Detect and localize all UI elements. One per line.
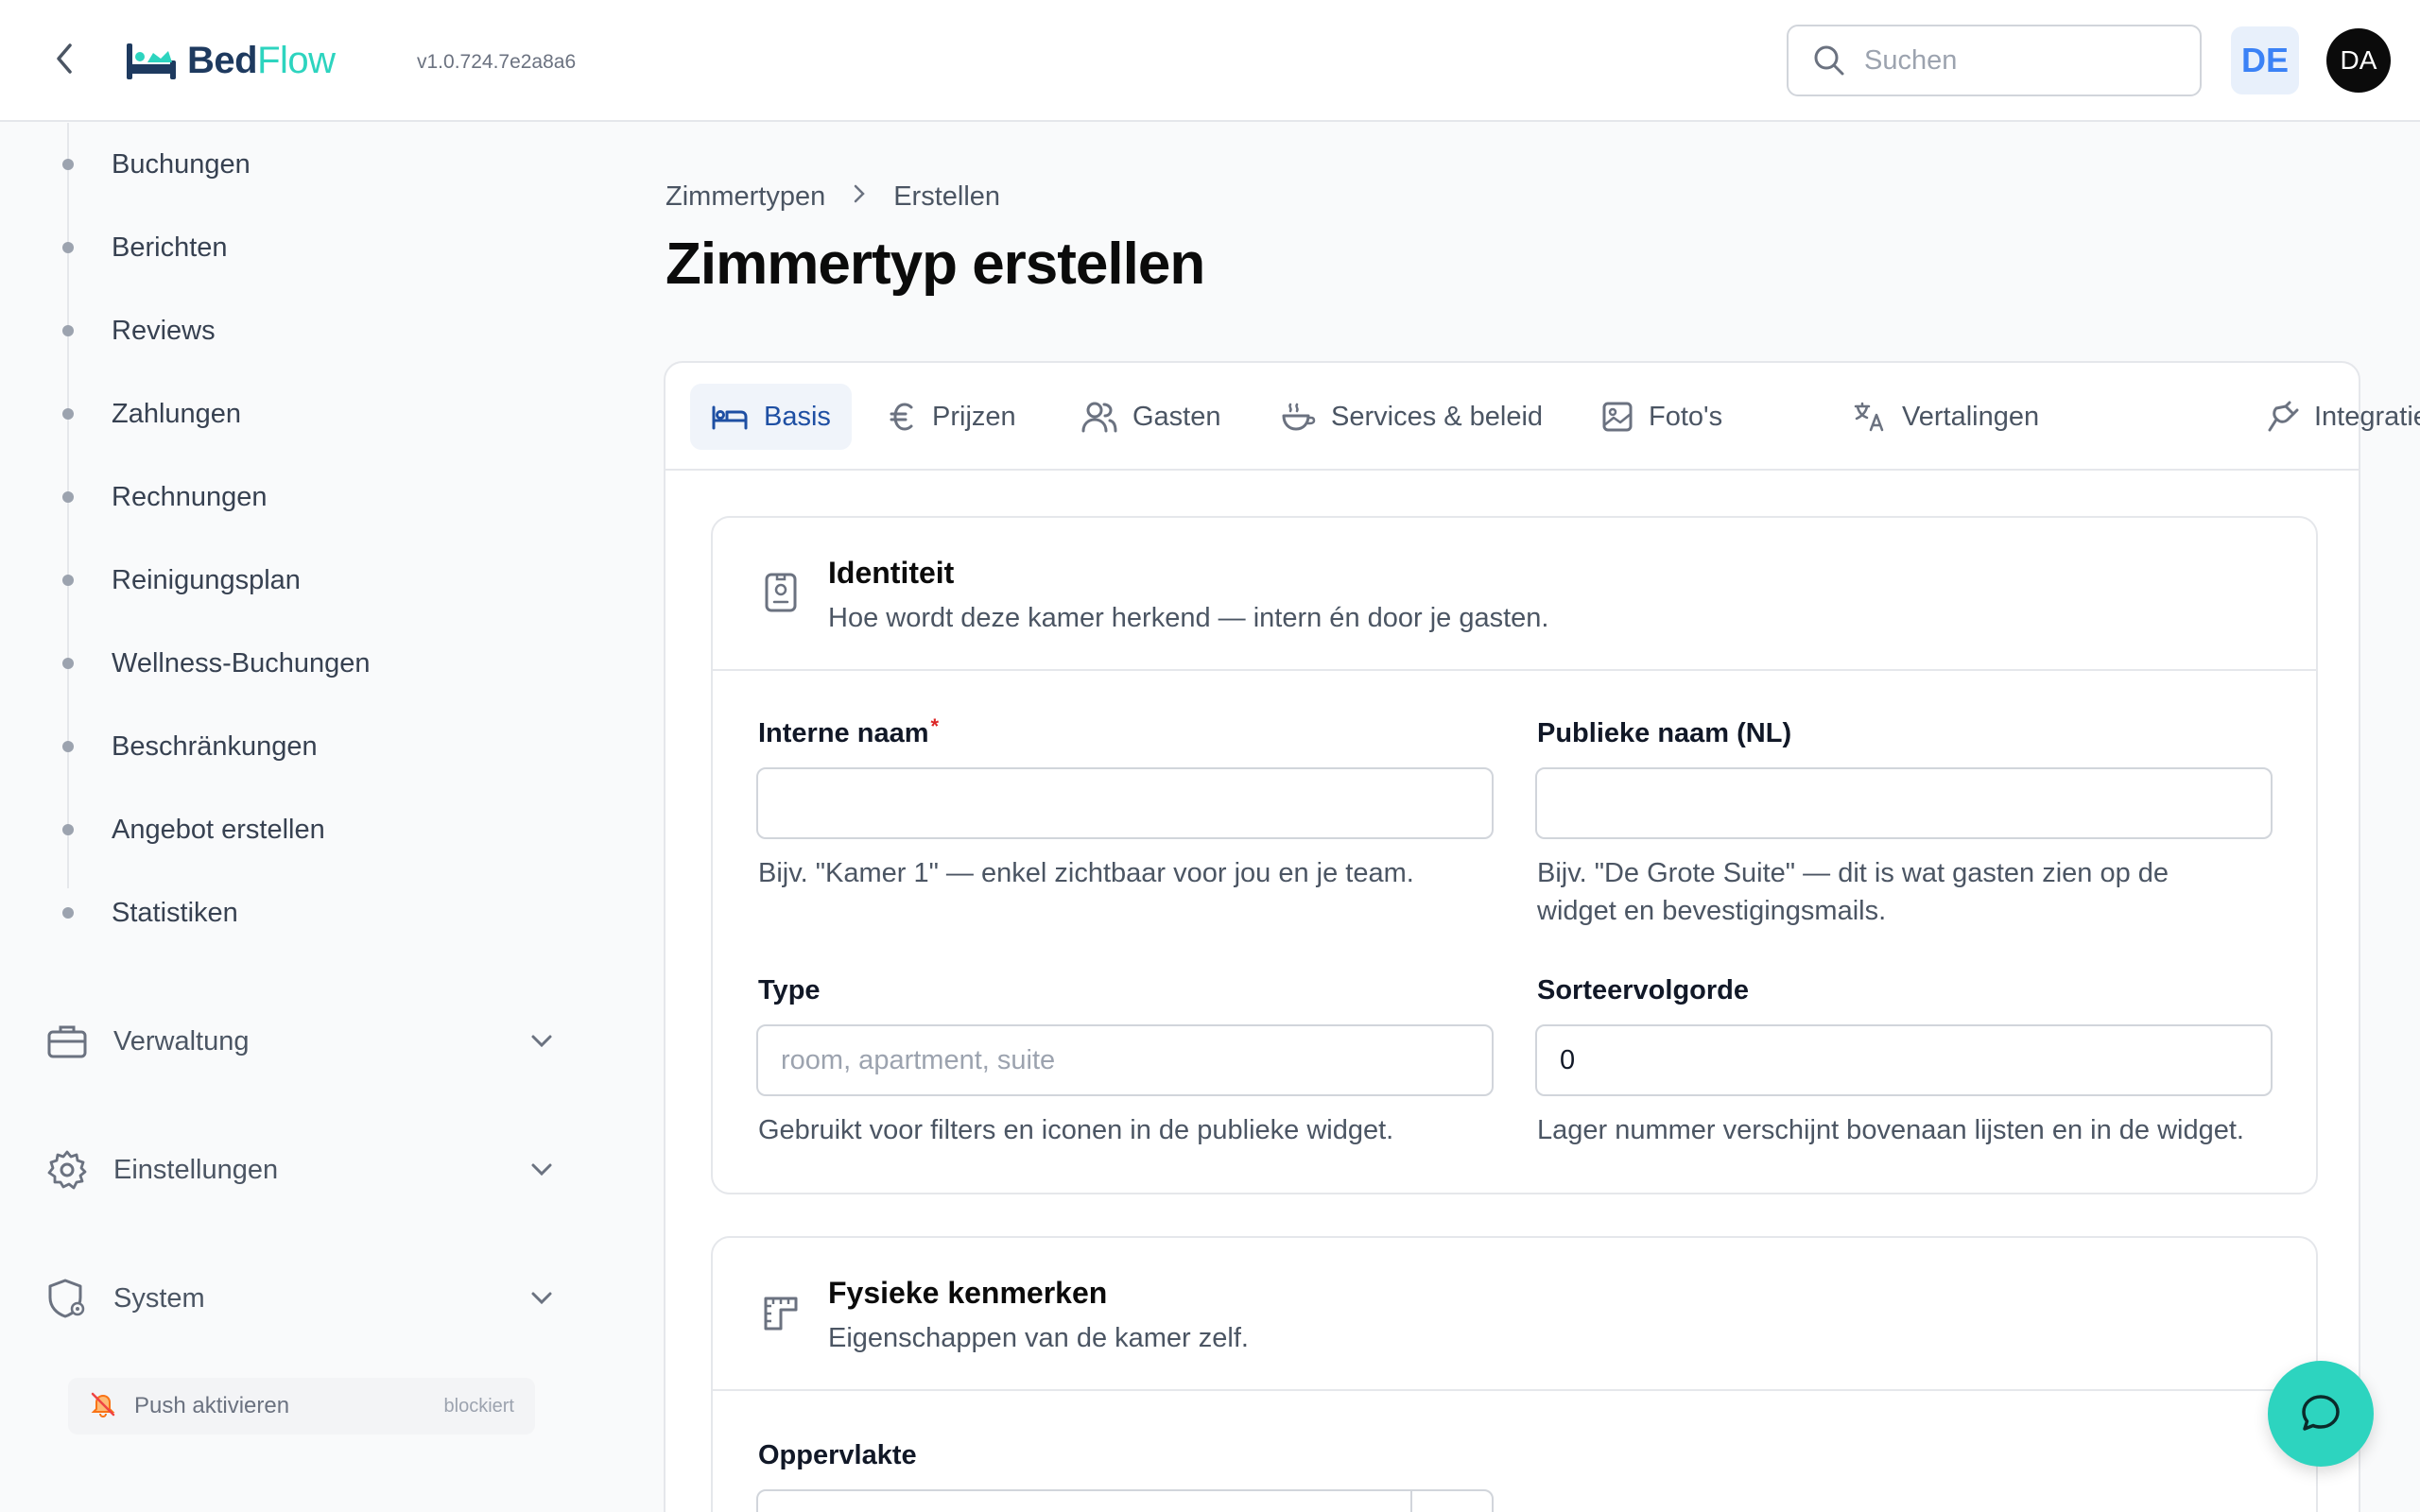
sidebar-group-system[interactable]: System [45, 1265, 556, 1332]
bell-off-icon [89, 1390, 117, 1423]
section-title: Identiteit [828, 556, 955, 590]
bullet-dot [62, 325, 74, 336]
breadcrumb-parent[interactable]: Zimmertypen [666, 181, 825, 213]
shield-gear-icon [45, 1277, 89, 1320]
gear-icon [45, 1148, 89, 1192]
bed-logo-icon [127, 43, 176, 79]
briefcase-icon [45, 1020, 89, 1063]
required-mark: * [930, 714, 940, 738]
tab-integraties[interactable]: Integraties [2246, 384, 2420, 450]
bullet-dot [62, 575, 74, 586]
plug-icon [2268, 401, 2299, 432]
breadcrumb-current: Erstellen [893, 181, 1001, 212]
type-label: Type [758, 975, 821, 1005]
version-label: v1.0.724.7e2a8a6 [417, 51, 577, 73]
internal-name-help: Bijv. "Kamer 1" — enkel zichtbaar voor j… [758, 858, 1414, 888]
section-title: Fysieke kenmerken [828, 1276, 1108, 1310]
chevron-down-icon [527, 1284, 556, 1313]
search-box[interactable] [1787, 25, 2202, 96]
sidebar-item-zahlungen[interactable]: Zahlungen [60, 386, 241, 442]
chevron-right-icon [852, 181, 867, 213]
bullet-dot [62, 658, 74, 669]
image-icon [1602, 402, 1633, 432]
sidebar-group-einstellungen[interactable]: Einstellungen [45, 1137, 556, 1203]
tab-gasten[interactable]: Gasten [1061, 384, 1242, 450]
users-icon [1081, 402, 1117, 433]
chat-bubble-icon [2302, 1395, 2340, 1431]
id-badge-icon [760, 571, 802, 612]
form-card: Basis Prijzen Gasten Services & beleid I… [664, 361, 2420, 1512]
sidebar-item-berichten[interactable]: Berichten [60, 219, 228, 276]
sidebar-item-reinigungsplan[interactable]: Reinigungsplan [60, 552, 301, 609]
sidebar-item-wellness-buchungen[interactable]: Wellness-Buchungen [60, 635, 371, 692]
physical-section: Fysieke kenmerken Eigenschappen van de k… [711, 1236, 2318, 1512]
translate-icon [1854, 402, 1884, 432]
bullet-dot [62, 824, 74, 835]
sidebar-group-verwaltung[interactable]: Verwaltung [45, 1008, 556, 1074]
floorplan-icon [760, 1293, 802, 1334]
public-name-label: Publieke naam (NL) [1537, 718, 1792, 748]
tab-fotos[interactable]: Foto's [1581, 384, 1743, 450]
tab-bar: Basis Prijzen Gasten Services & beleid I… [666, 363, 2420, 471]
physical-section-header: Fysieke kenmerken Eigenschappen van de k… [713, 1238, 2316, 1391]
bullet-dot [62, 907, 74, 919]
chevron-left-icon [57, 43, 72, 74]
internal-name-label: Interne naam* [758, 714, 940, 748]
area-label: Oppervlakte [758, 1440, 917, 1470]
sort-order-help: Lager nummer verschijnt bovenaan lijsten… [1537, 1115, 2244, 1145]
section-subtitle: Eigenschappen van de kamer zelf. [828, 1323, 1249, 1353]
coffee-icon [1282, 403, 1316, 431]
public-name-help: Bijv. "De Grote Suite" — dit is wat gast… [1537, 858, 2169, 926]
chevron-down-icon [527, 1156, 556, 1184]
sort-order-label: Sorteervolgorde [1537, 975, 1749, 1005]
identity-section: Identiteit Hoe wordt deze kamer herkend … [711, 516, 2318, 1194]
sort-order-input[interactable] [1535, 1024, 2273, 1096]
push-status: blockiert [443, 1395, 514, 1417]
breadcrumb: Zimmertypen Erstellen [666, 181, 1000, 213]
section-subtitle: Hoe wordt deze kamer herkend — intern én… [828, 603, 1549, 633]
sidebar-item-beschraenkungen[interactable]: Beschränkungen [60, 718, 318, 775]
sidebar-item-reviews[interactable]: Reviews [60, 302, 216, 359]
bullet-dot [62, 741, 74, 752]
area-input[interactable] [758, 1491, 1410, 1512]
language-switcher[interactable]: DE [2231, 26, 2299, 94]
chevron-down-icon [527, 1027, 556, 1056]
type-help: Gebruikt voor filters en iconen in de pu… [758, 1115, 1394, 1145]
sidebar-item-angebot-erstellen[interactable]: Angebot erstellen [60, 801, 325, 858]
area-input-group: m² [756, 1489, 1494, 1512]
type-input[interactable] [756, 1024, 1494, 1096]
search-input[interactable] [1864, 44, 2167, 77]
bullet-dot [62, 159, 74, 170]
search-icon [1814, 45, 1844, 76]
tab-prijzen[interactable]: Prijzen [868, 384, 1037, 450]
bullet-dot [62, 242, 74, 253]
sidebar: Buchungen Berichten Reviews Zahlungen Re… [0, 123, 586, 1512]
public-name-input[interactable] [1535, 767, 2273, 839]
sidebar-item-statistiken[interactable]: Statistiken [60, 885, 238, 941]
euro-icon [890, 403, 913, 431]
bullet-dot [62, 491, 74, 503]
push-enable-button[interactable]: Push aktivieren blockiert [68, 1378, 535, 1435]
bed-icon [712, 405, 748, 430]
sidebar-item-buchungen[interactable]: Buchungen [60, 136, 251, 193]
chat-button[interactable] [2268, 1361, 2374, 1467]
tab-basis[interactable]: Basis [690, 384, 852, 450]
sidebar-item-rechnungen[interactable]: Rechnungen [60, 469, 267, 525]
identity-section-header: Identiteit Hoe wordt deze kamer herkend … [713, 518, 2316, 671]
app-name: BedFlow [187, 39, 336, 81]
back-button[interactable] [43, 38, 85, 79]
page-title: Zimmertyp erstellen [666, 232, 1205, 297]
top-bar: BedFlow v1.0.724.7e2a8a6 DE DA [0, 0, 2420, 122]
user-avatar[interactable]: DA [2326, 28, 2391, 93]
internal-name-input[interactable] [756, 767, 1494, 839]
bullet-dot [62, 408, 74, 420]
area-unit: m² [1410, 1491, 1492, 1512]
tab-vertalingen[interactable]: Vertalingen [1832, 384, 2060, 450]
app-logo[interactable]: BedFlow [125, 32, 336, 89]
tab-services-beleid[interactable]: Services & beleid [1259, 384, 1564, 450]
